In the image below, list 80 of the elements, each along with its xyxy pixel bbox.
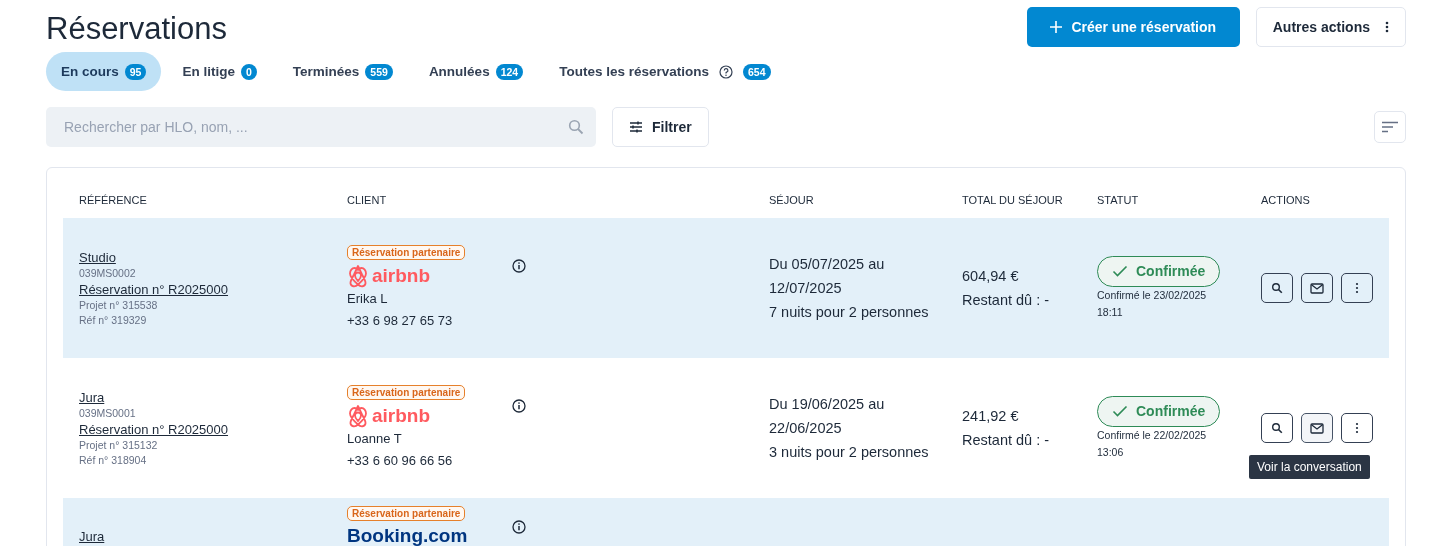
sliders-icon (629, 120, 643, 134)
info-icon[interactable] (512, 398, 526, 413)
status-tab[interactable]: Terminées 559 (277, 52, 408, 91)
stay-total: 241,92 € (962, 407, 1020, 426)
count-badge: 654 (743, 63, 771, 80)
message-button[interactable] (1301, 413, 1333, 443)
status-tab[interactable]: Annulées 124 (413, 52, 539, 91)
column-header: ACTIONS (1261, 194, 1310, 206)
property-code: 039MS0002 (79, 265, 137, 281)
page-title: Réservations (46, 11, 227, 47)
more-actions-button[interactable]: Autres actions (1255, 7, 1406, 47)
client-phone: +33 6 98 27 65 73 (347, 311, 454, 330)
stay-text: Du 05/07/2025 au (769, 255, 886, 274)
column-header: STATUT (1097, 194, 1139, 206)
project-number: Projet n° 315132 (79, 437, 159, 453)
partner-badge: Réservation partenaire (347, 244, 466, 260)
partner-badge: Réservation partenaire (347, 506, 466, 521)
more-button[interactable] (1341, 273, 1373, 303)
platform-logo: airbnb (347, 403, 492, 428)
project-number: Projet n° 315538 (79, 297, 159, 313)
property-link[interactable]: Jura (79, 388, 347, 406)
status-tab[interactable]: En litige 0 (167, 52, 272, 91)
plus-icon (1050, 21, 1063, 33)
stay-text: 22/06/2025 (769, 419, 843, 438)
sort-button[interactable] (1374, 111, 1406, 143)
reference-number: Réf n° 318904 (79, 452, 148, 468)
property-link[interactable]: Studio (79, 248, 347, 266)
tooltip: Voir la conversation (1249, 455, 1370, 479)
reservation-link[interactable]: Réservation n° R2025000 (79, 420, 347, 438)
property-code: 039MS0001 (79, 405, 137, 421)
search-icon (1271, 422, 1283, 434)
property-link[interactable]: Jura (79, 528, 347, 545)
search-button[interactable] (1261, 413, 1293, 443)
info-icon[interactable] (512, 258, 526, 273)
kebab-icon (1385, 21, 1389, 33)
count-badge: 0 (240, 63, 257, 80)
count-badge: 559 (365, 63, 393, 80)
partner-badge: Réservation partenaire (347, 384, 466, 400)
status-tab[interactable]: En cours 95 (46, 52, 162, 91)
stay-text: 12/07/2025 (769, 279, 843, 298)
search-button[interactable] (1261, 273, 1293, 303)
stay-total: 604,94 € (962, 267, 1020, 286)
create-reservation-button[interactable]: Créer une réservation (1026, 7, 1240, 47)
more-button[interactable] (1341, 413, 1373, 443)
remaining-due: Restant dû : - (962, 431, 1051, 450)
info-icon[interactable] (512, 520, 526, 534)
search-icon (1271, 282, 1283, 294)
status-tab[interactable]: Toutes les réservations 654 (544, 52, 786, 91)
sort-icon (1381, 121, 1399, 133)
confirmation-date: Confirmé le 22/02/2025 (1097, 427, 1208, 443)
platform-logo: airbnb (347, 263, 492, 288)
count-badge: 95 (124, 63, 147, 80)
stay-text: 7 nuits pour 2 personnes (769, 303, 930, 322)
search-field[interactable]: Rechercher par HLO, nom, ... (46, 107, 596, 147)
filter-button[interactable]: Filtrer (612, 107, 709, 147)
kebab-icon (1355, 282, 1359, 294)
column-header: CLIENT (347, 194, 387, 206)
column-header: TOTAL DU SÉJOUR (962, 194, 1063, 206)
envelope-icon (1310, 282, 1324, 294)
client-name: Erika L (347, 289, 389, 308)
column-header: RÉFÉRENCE (79, 194, 147, 206)
confirmation-time: 18:11 (1097, 304, 1124, 320)
remaining-due: Restant dû : - (962, 291, 1051, 310)
message-button[interactable] (1301, 273, 1333, 303)
confirmation-time: 13:06 (1097, 444, 1125, 460)
envelope-icon (1310, 422, 1324, 434)
confirmation-date: Confirmé le 23/02/2025 (1097, 287, 1208, 303)
column-header: SÉJOUR (769, 194, 814, 206)
platform-logo: Booking.com (347, 525, 469, 546)
search-icon (568, 119, 584, 135)
stay-text: Du 19/06/2025 au (769, 395, 886, 414)
reference-number: Réf n° 319329 (79, 312, 148, 328)
stay-text: 3 nuits pour 2 personnes (769, 443, 930, 462)
client-name: Loanne T (347, 429, 403, 448)
status-badge: Confirmée (1097, 255, 1221, 287)
count-badge: 124 (495, 63, 524, 80)
client-phone: +33 6 60 96 66 56 (347, 451, 454, 470)
kebab-icon (1355, 422, 1359, 434)
reservation-link[interactable]: Réservation n° R2025000 (79, 280, 347, 298)
status-badge: Confirmée (1097, 395, 1221, 427)
